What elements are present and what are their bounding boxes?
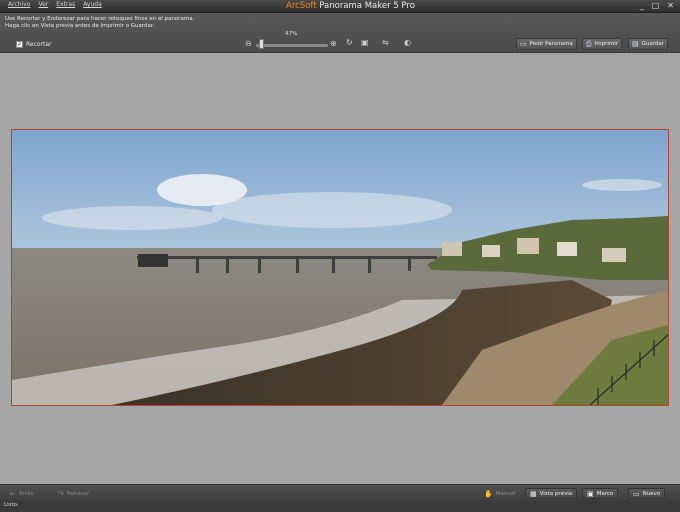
- status-text: Listo.: [4, 502, 19, 508]
- redo-icon: ↷: [58, 489, 64, 498]
- instruction-line-1: Use Recortar y Enderezar para hacer reto…: [5, 16, 195, 22]
- brightness-tool-icon[interactable]: ◐: [404, 38, 411, 47]
- crop-checkbox[interactable]: ✓ Recortar: [16, 41, 52, 48]
- app-product: Panorama Maker 5 Pro: [319, 1, 415, 11]
- status-bar: Listo.: [0, 501, 680, 512]
- minimize-button[interactable]: _: [640, 1, 644, 10]
- panorama-image: [12, 130, 668, 405]
- rotate-icon[interactable]: ↻: [346, 38, 353, 47]
- crop-label: Recortar: [26, 41, 52, 48]
- frame-button[interactable]: ▣ Marco: [582, 488, 619, 499]
- new-button[interactable]: ▭ Nuevo: [628, 488, 666, 499]
- arrow-left-icon: ←: [10, 489, 16, 498]
- fit-screen-icon[interactable]: ▣: [361, 38, 369, 47]
- guardar-button[interactable]: ▤ Guardar: [628, 38, 669, 50]
- imprimir-button[interactable]: ⎙ Imprimir: [582, 38, 623, 50]
- printer-icon: ⎙: [586, 39, 592, 48]
- imprimir-label: Imprimir: [594, 41, 619, 47]
- preview-button[interactable]: ▦ Vista previa: [525, 488, 578, 499]
- zoom-percent: 47%: [285, 31, 298, 37]
- pedir-panorama-button[interactable]: ▭ Pedir Panorama: [516, 38, 577, 50]
- save-icon: ▤: [632, 40, 639, 48]
- pedir-panorama-label: Pedir Panorama: [529, 41, 573, 47]
- menu-ayuda[interactable]: Ayuda: [79, 1, 106, 8]
- app-brand: ArcSoft: [286, 1, 317, 11]
- zoom-slider-track[interactable]: [256, 44, 328, 47]
- panorama-preview[interactable]: [11, 129, 669, 406]
- frame-label: Marco: [596, 490, 614, 497]
- menu-ver[interactable]: Ver: [34, 1, 52, 8]
- preview-label: Vista previa: [539, 490, 573, 497]
- straighten-tool-icon[interactable]: ⇋: [382, 38, 389, 47]
- preview-icon: ▦: [530, 489, 537, 498]
- new-label: Nuevo: [642, 490, 661, 497]
- monitor-icon: ▭: [520, 40, 527, 48]
- menu-bar: Archivo Ver Extras Ayuda: [4, 1, 106, 8]
- zoom-in-icon[interactable]: ⊕: [330, 39, 337, 48]
- instruction-line-2: Haga clic en Vista previa antes de Impri…: [5, 23, 155, 29]
- toolbar: Use Recortar y Enderezar para hacer reto…: [0, 13, 680, 53]
- back-button[interactable]: ← Atrás: [6, 488, 37, 499]
- guardar-label: Guardar: [641, 41, 665, 47]
- checkbox-check-icon[interactable]: ✓: [16, 41, 23, 48]
- window-controls: _ □ ✕: [640, 1, 674, 10]
- redo-button[interactable]: ↷ Rehacer: [54, 488, 93, 499]
- zoom-slider-thumb[interactable]: [259, 39, 265, 49]
- redo-label: Rehacer: [66, 490, 90, 497]
- back-label: Atrás: [18, 490, 34, 497]
- frame-icon: ▣: [587, 489, 594, 498]
- menu-extras[interactable]: Extras: [52, 1, 79, 8]
- menu-archivo[interactable]: Archivo: [4, 1, 34, 8]
- zoom-out-icon[interactable]: ⊖: [245, 39, 252, 48]
- app-window: Archivo Ver Extras Ayuda ArcSoft Panoram…: [0, 0, 680, 512]
- new-icon: ▭: [633, 489, 640, 498]
- instructions: Use Recortar y Enderezar para hacer reto…: [5, 16, 194, 30]
- close-button[interactable]: ✕: [667, 1, 674, 10]
- manual-label: Manual: [495, 490, 516, 497]
- hand-icon: ✋: [484, 489, 493, 498]
- maximize-button[interactable]: □: [652, 1, 660, 10]
- bottom-bar: ← Atrás ↷ Rehacer ✋ Manual ▦ Vista previ…: [0, 484, 680, 501]
- app-title: ArcSoft Panorama Maker 5 Pro: [286, 1, 415, 11]
- manual-button[interactable]: ✋ Manual: [480, 488, 520, 499]
- title-bar: Archivo Ver Extras Ayuda ArcSoft Panoram…: [0, 0, 680, 13]
